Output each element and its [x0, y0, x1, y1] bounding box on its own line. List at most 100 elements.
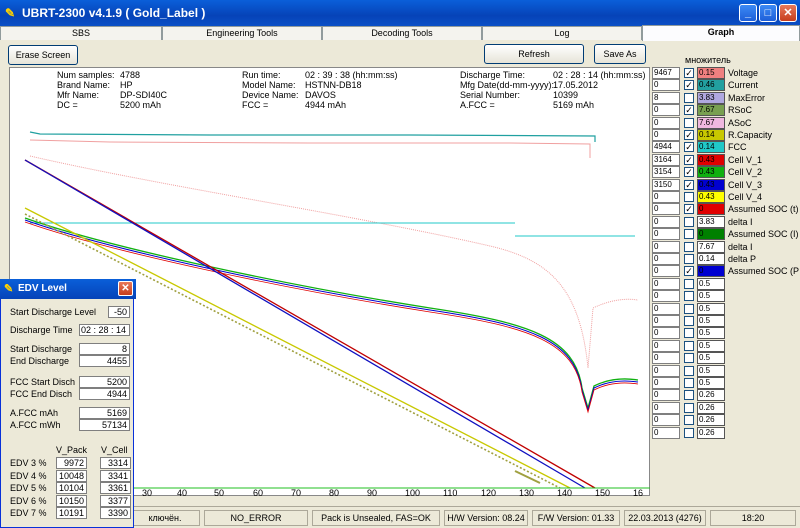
edv-vcell-field[interactable]: 3341	[100, 469, 131, 482]
channel-checkbox[interactable]: ✓	[684, 68, 694, 78]
channel-multiplier-field[interactable]: 0.43	[697, 191, 725, 203]
dialog-close-button[interactable]: ✕	[118, 281, 133, 296]
channel-multiplier-field[interactable]: 0	[697, 203, 725, 216]
channel-multiplier-field[interactable]: 0.14	[697, 253, 725, 265]
edv-vcell-field[interactable]: 3314	[100, 457, 131, 469]
refresh-button[interactable]: Refresh	[484, 44, 584, 64]
channel-multiplier-field[interactable]: 0.5	[697, 377, 725, 389]
channel-multiplier-field[interactable]: 0.5	[697, 302, 725, 315]
channel-checkbox[interactable]: ✓	[684, 105, 694, 116]
tab-log[interactable]: Log	[482, 26, 642, 40]
channel-value-field[interactable]: 0	[652, 327, 680, 340]
edv-vcell-field[interactable]: 3361	[100, 482, 131, 494]
channel-value-field[interactable]: 0	[652, 315, 680, 327]
erase-screen-button[interactable]: Erase Screen	[8, 45, 78, 65]
channel-checkbox[interactable]	[684, 216, 694, 227]
channel-value-field[interactable]: 0	[652, 377, 680, 389]
channel-checkbox[interactable]	[684, 316, 694, 326]
discharge-time-field[interactable]: 02 : 28 : 14	[79, 324, 130, 336]
channel-checkbox[interactable]	[684, 291, 694, 302]
channel-multiplier-field[interactable]: 7.67	[697, 240, 725, 253]
tab-graph[interactable]: Graph	[642, 25, 800, 41]
channel-value-field[interactable]: 3164	[652, 153, 680, 166]
channel-value-field[interactable]: 0	[652, 253, 680, 265]
channel-multiplier-field[interactable]: 0.26	[697, 389, 725, 402]
channel-multiplier-field[interactable]: 0	[697, 228, 725, 241]
channel-multiplier-field[interactable]: 0.26	[697, 426, 725, 439]
afcc-mah-field[interactable]: 5169	[79, 407, 130, 419]
channel-value-field[interactable]: 0	[652, 129, 680, 141]
save-as-button[interactable]: Save As	[594, 44, 646, 64]
channel-checkbox[interactable]	[684, 117, 694, 128]
channel-value-field[interactable]: 0	[652, 215, 680, 228]
channel-value-field[interactable]: 0	[652, 203, 680, 216]
channel-value-field[interactable]: 3150	[652, 178, 680, 191]
edv-vcell-field[interactable]: 3377	[100, 494, 131, 507]
channel-value-field[interactable]: 0	[652, 290, 680, 303]
channel-checkbox[interactable]: ✓	[684, 142, 694, 153]
channel-multiplier-field[interactable]: 0.5	[697, 315, 725, 327]
close-button[interactable]: ✕	[779, 4, 797, 22]
channel-multiplier-field[interactable]: 0.14	[697, 129, 725, 141]
edv-vpack-field[interactable]: 10104	[56, 482, 87, 494]
channel-multiplier-field[interactable]: 0.43	[697, 166, 725, 179]
channel-value-field[interactable]: 0	[652, 228, 680, 241]
channel-multiplier-field[interactable]: 3.83	[697, 91, 725, 104]
end-discharge-field[interactable]: 4455	[79, 355, 130, 367]
channel-multiplier-field[interactable]: 7.67	[697, 116, 725, 129]
channel-multiplier-field[interactable]: 0.5	[697, 352, 725, 365]
channel-value-field[interactable]: 0	[652, 339, 680, 352]
channel-checkbox[interactable]: ✓	[684, 80, 694, 91]
channel-checkbox[interactable]: ✓	[684, 167, 694, 178]
channel-multiplier-field[interactable]: 0.14	[697, 141, 725, 154]
channel-checkbox[interactable]	[684, 254, 694, 264]
channel-value-field[interactable]: 8	[652, 91, 680, 104]
start-discharge-field[interactable]: 8	[79, 343, 130, 355]
channel-value-field[interactable]: 0	[652, 414, 680, 427]
channel-value-field[interactable]: 0	[652, 401, 680, 414]
channel-value-field[interactable]: 4944	[652, 141, 680, 154]
start-level-field[interactable]: -50	[108, 306, 130, 318]
channel-checkbox[interactable]	[684, 378, 694, 388]
channel-checkbox[interactable]	[684, 229, 694, 240]
channel-value-field[interactable]: 0	[652, 352, 680, 365]
minimize-button[interactable]: _	[739, 4, 757, 22]
channel-value-field[interactable]: 3154	[652, 166, 680, 179]
channel-checkbox[interactable]	[684, 340, 694, 351]
channel-checkbox[interactable]	[684, 353, 694, 364]
channel-value-field[interactable]: 0	[652, 426, 680, 439]
channel-value-field[interactable]: 0	[652, 116, 680, 129]
channel-value-field[interactable]: 0	[652, 302, 680, 315]
channel-checkbox[interactable]: ✓	[684, 154, 694, 165]
channel-checkbox[interactable]	[684, 92, 694, 103]
channel-multiplier-field[interactable]: 0.46	[697, 79, 725, 92]
channel-checkbox[interactable]	[684, 427, 694, 438]
channel-checkbox[interactable]: ✓	[684, 266, 694, 277]
channel-checkbox[interactable]: ✓	[684, 204, 694, 215]
edv-vpack-field[interactable]: 9972	[56, 457, 87, 469]
channel-multiplier-field[interactable]: 7.67	[697, 104, 725, 117]
channel-checkbox[interactable]	[684, 192, 694, 202]
channel-multiplier-field[interactable]: 0.15	[697, 67, 725, 79]
channel-value-field[interactable]: 0	[652, 364, 680, 377]
fcc-start-field[interactable]: 5200	[79, 376, 130, 388]
channel-multiplier-field[interactable]: 0.43	[697, 178, 725, 191]
channel-checkbox[interactable]	[684, 365, 694, 376]
fcc-end-field[interactable]: 4944	[79, 388, 130, 400]
tab-sbs[interactable]: SBS	[0, 26, 162, 40]
channel-multiplier-field[interactable]: 3.83	[697, 215, 725, 228]
tab-decoding-tools[interactable]: Decoding Tools	[322, 26, 482, 40]
channel-value-field[interactable]: 9467	[652, 67, 680, 79]
channel-checkbox[interactable]	[684, 415, 694, 426]
channel-value-field[interactable]: 0	[652, 277, 680, 290]
edv-vpack-field[interactable]: 10150	[56, 494, 87, 507]
channel-checkbox[interactable]	[684, 390, 694, 401]
edv-vpack-field[interactable]: 10191	[56, 507, 87, 519]
channel-multiplier-field[interactable]: 0.43	[697, 153, 725, 166]
channel-value-field[interactable]: 0	[652, 240, 680, 253]
channel-multiplier-field[interactable]: 0.26	[697, 401, 725, 414]
tab-engineering-tools[interactable]: Engineering Tools	[162, 26, 322, 40]
channel-value-field[interactable]: 0	[652, 265, 680, 278]
channel-checkbox[interactable]: ✓	[684, 179, 694, 190]
channel-value-field[interactable]: 0	[652, 79, 680, 92]
